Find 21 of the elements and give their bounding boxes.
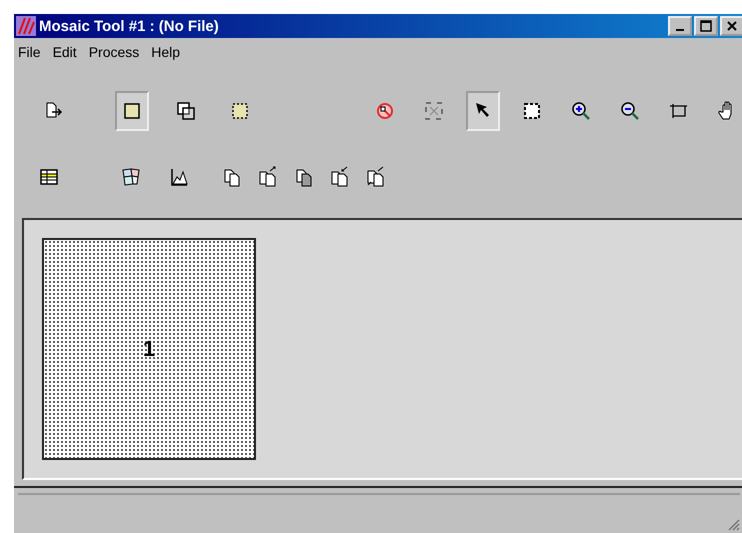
menu-item[interactable]: File: [18, 44, 41, 64]
resize-grip-icon[interactable]: [726, 517, 740, 531]
menu-item[interactable]: Process: [88, 44, 140, 64]
minimize-button[interactable]: [668, 16, 692, 36]
menu-item[interactable]: Edit: [52, 44, 77, 64]
menu-item[interactable]: Help: [151, 44, 180, 64]
tile-label: 1: [142, 336, 156, 362]
zoom-out-icon: [619, 100, 641, 122]
pointer-tool-button[interactable]: [466, 90, 500, 131]
maximize-icon: [700, 20, 712, 32]
mosaic-tile[interactable]: 1: [42, 238, 256, 460]
overlap-icon: [175, 100, 197, 122]
window-title: Mosaic Tool #1 : (No File): [39, 18, 220, 34]
app-logo-icon: [16, 16, 36, 36]
mosaic-icon: [120, 166, 142, 188]
close-button[interactable]: [720, 16, 742, 36]
maximize-button[interactable]: [694, 16, 718, 36]
minimize-icon: [676, 29, 684, 31]
zoom-in-icon: [570, 100, 592, 122]
rectangle-tool-button[interactable]: [115, 90, 149, 131]
close-icon: [726, 20, 738, 32]
